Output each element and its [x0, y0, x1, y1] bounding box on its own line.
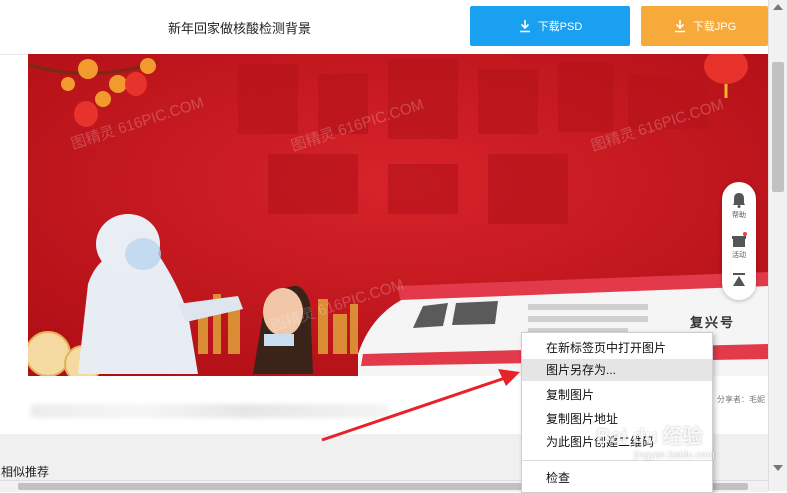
baidu-watermark: Bai du 经验: [596, 426, 703, 448]
side-activity-label: 活动: [732, 252, 746, 259]
share-info: 分享者：毛妮: [717, 395, 765, 404]
download-jpg-button[interactable]: 下载JPG: [641, 6, 768, 46]
side-activity-item[interactable]: 活动: [722, 232, 756, 260]
page-title: 新年回家做核酸检测背景: [168, 21, 312, 36]
gift-icon: [732, 232, 747, 247]
menu-save-image-as[interactable]: 图片另存为...: [522, 359, 712, 381]
side-float-widget: 帮助 活动: [722, 182, 756, 300]
blurred-description: [30, 404, 390, 418]
side-help-label: 帮助: [732, 212, 746, 219]
banner-image[interactable]: 图精灵 616PIC.COM 图精灵 616PIC.COM 图精灵 616PIC…: [28, 54, 768, 376]
download-psd-button[interactable]: 下载PSD: [470, 6, 630, 46]
download-psd-label: 下载PSD: [537, 21, 583, 33]
menu-open-image-new-tab[interactable]: 在新标签页中打开图片: [522, 337, 712, 359]
download-icon: [519, 20, 530, 33]
baidu-watermark-url: jingyan.baidu.com: [634, 450, 715, 461]
download-icon: [674, 20, 685, 33]
context-menu: 在新标签页中打开图片 图片另存为... 复制图片 复制图片地址 为此图片创建二维…: [521, 332, 713, 493]
back-to-top-icon: [733, 273, 745, 286]
back-to-top-button[interactable]: [722, 272, 756, 290]
similar-section-title: 相似推荐: [1, 465, 50, 479]
download-jpg-label: 下载JPG: [692, 21, 737, 33]
page-header: 新年回家做核酸检测背景 下载PSD 下载JPG: [0, 0, 768, 55]
side-help-item[interactable]: 帮助: [722, 192, 756, 220]
bell-icon: [733, 193, 745, 208]
train-label: 复兴号: [690, 315, 736, 330]
menu-inspect[interactable]: 检查: [522, 467, 712, 489]
vertical-scrollbar[interactable]: [768, 0, 787, 491]
scroll-down-icon[interactable]: [773, 465, 783, 471]
scrollbar-thumb[interactable]: [772, 62, 784, 192]
menu-copy-image[interactable]: 复制图片: [522, 384, 712, 406]
scroll-up-icon[interactable]: [773, 4, 783, 10]
